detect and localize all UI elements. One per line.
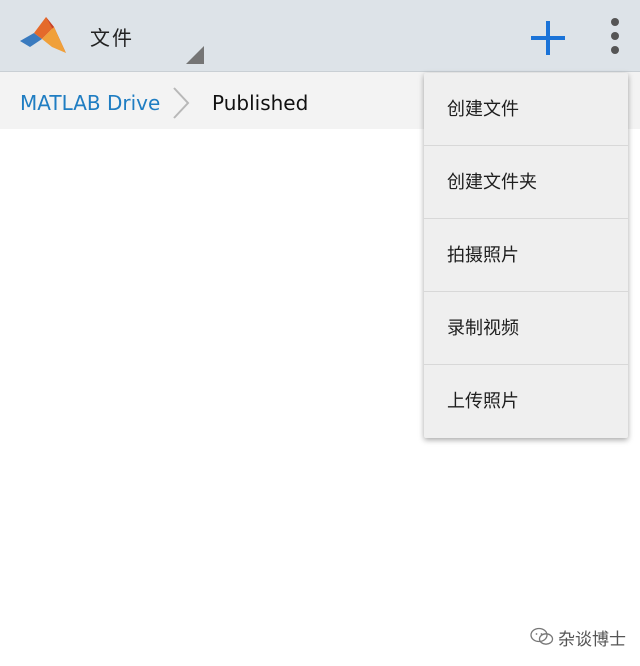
screen: 文件 MATLAB Drive Published 创建文件 创建文件夹 拍摄照… [0, 0, 640, 666]
breadcrumb-root-link[interactable]: MATLAB Drive [20, 91, 160, 115]
breadcrumb-current: Published [212, 91, 309, 115]
menu-item-create-file[interactable]: 创建文件 [424, 73, 628, 146]
wechat-icon [530, 627, 554, 645]
matlab-logo-icon[interactable] [18, 13, 68, 57]
app-title[interactable]: 文件 [90, 22, 134, 51]
menu-item-take-photo[interactable]: 拍摄照片 [424, 219, 628, 292]
menu-item-record-video[interactable]: 录制视频 [424, 292, 628, 365]
chevron-right-icon [173, 87, 190, 119]
more-vert-icon[interactable] [600, 14, 630, 58]
dropdown-corner-icon[interactable] [186, 46, 204, 64]
app-bar: 文件 [0, 0, 640, 72]
plus-icon[interactable] [528, 18, 568, 58]
watermark: 杂谈博士 [530, 625, 626, 650]
menu-item-upload-photo[interactable]: 上传照片 [424, 365, 628, 438]
overflow-menu: 创建文件 创建文件夹 拍摄照片 录制视频 上传照片 [424, 73, 628, 438]
watermark-text: 杂谈博士 [558, 629, 626, 650]
menu-item-create-folder[interactable]: 创建文件夹 [424, 146, 628, 219]
